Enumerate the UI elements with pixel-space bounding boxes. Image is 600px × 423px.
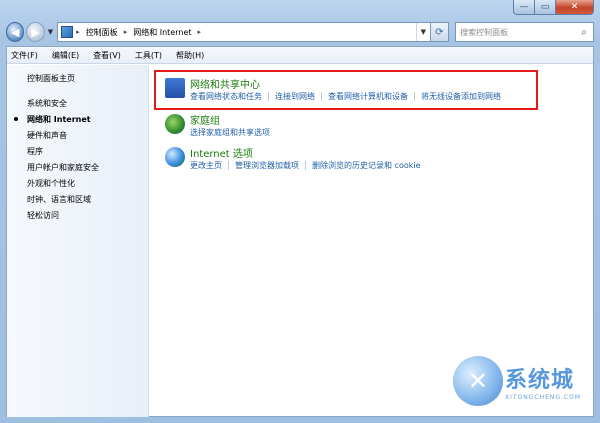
menu-bar: 文件(F) 编辑(E) 查看(V) 工具(T) 帮助(H) [7,47,593,64]
category-links: 选择家庭组和共享选项 [190,127,270,138]
homegroup-icon[interactable] [165,114,185,134]
crumb-separator[interactable]: ▸ [76,28,80,36]
link-divider [414,92,415,101]
link-connect-network[interactable]: 连接到网络 [275,91,315,102]
link-divider [321,92,322,101]
link-manage-addons[interactable]: 管理浏览器加载项 [235,160,299,171]
category-title[interactable]: 网络和共享中心 [190,76,260,91]
caption-buttons: — ▭ ✕ [513,0,594,15]
control-panel-icon [61,26,74,38]
link-divider [268,92,269,101]
breadcrumb-network-internet[interactable]: 网络和 Internet [133,27,191,38]
breadcrumb-control-panel[interactable]: 控制面板 [86,27,118,38]
address-bar[interactable]: ▸ 控制面板 ▸ 网络和 Internet ▸ ▼ [57,22,431,42]
sidebar-item-home[interactable]: 控制面板主页 [27,73,75,84]
menu-tools[interactable]: 工具(T) [135,50,162,61]
sidebar-item-appearance[interactable]: 外观和个性化 [27,178,75,189]
watermark: ✕ 系统城 XITONGCHENG.COM [452,356,581,406]
client-area: 文件(F) 编辑(E) 查看(V) 工具(T) 帮助(H) 控制面板主页 系统和… [6,46,594,417]
current-item-bullet [14,117,18,121]
watermark-url: XITONGCHENG.COM [504,393,581,401]
forward-button[interactable]: ▶ [26,22,45,42]
crumb-separator[interactable]: ▸ [198,28,202,36]
category-title[interactable]: 家庭组 [190,112,220,127]
link-delete-history[interactable]: 删除浏览的历史记录和 cookie [312,160,421,171]
sidebar: 控制面板主页 系统和安全 网络和 Internet 硬件和声音 程序 用户帐户和… [7,65,149,417]
sidebar-item-ease-of-access[interactable]: 轻松访问 [27,210,59,221]
minimize-button[interactable]: — [513,0,535,15]
sidebar-item-clock-language[interactable]: 时钟、语言和区域 [27,194,91,205]
category-links: 查看网络状态和任务 连接到网络 查看网络计算机和设备 将无线设备添加到网络 [190,91,501,102]
main-pane: 网络和共享中心 查看网络状态和任务 连接到网络 查看网络计算机和设备 将无线设备… [150,65,593,416]
sidebar-item-hardware-sound[interactable]: 硬件和声音 [27,130,67,141]
back-button[interactable]: ◀ [6,22,25,42]
sidebar-item-programs[interactable]: 程序 [27,146,43,157]
search-icon[interactable]: ⌕ [575,27,593,38]
refresh-button[interactable]: ⟳ [430,22,450,42]
sidebar-item-user-accounts[interactable]: 用户帐户和家庭安全 [27,162,99,173]
link-divider [228,161,229,170]
sidebar-item-system-security[interactable]: 系统和安全 [27,98,67,109]
menu-file[interactable]: 文件(F) [11,50,38,61]
close-button[interactable]: ✕ [556,0,594,15]
menu-help[interactable]: 帮助(H) [176,50,204,61]
search-placeholder: 搜索控制面板 [460,27,509,37]
menu-edit[interactable]: 编辑(E) [52,50,79,61]
internet-options-icon[interactable] [165,147,185,167]
category-title[interactable]: Internet 选项 [190,145,253,160]
category-links: 更改主页 管理浏览器加载项 删除浏览的历史记录和 cookie [190,160,421,171]
menu-view[interactable]: 查看(V) [93,50,121,61]
link-change-homepage[interactable]: 更改主页 [190,160,222,171]
watermark-title: 系统城 [504,367,574,393]
window-frame: — ▭ ✕ ◀ ▶ ▼ ▸ 控制面板 ▸ 网络和 Internet ▸ ▼ ⟳ … [0,0,600,423]
address-dropdown-icon[interactable]: ▼ [415,23,430,41]
link-add-wireless-device[interactable]: 将无线设备添加到网络 [421,91,501,102]
watermark-logo-icon: ✕ [452,356,503,406]
link-homegroup-options[interactable]: 选择家庭组和共享选项 [190,127,270,138]
link-view-network-status[interactable]: 查看网络状态和任务 [190,91,262,102]
crumb-separator[interactable]: ▸ [124,28,128,36]
network-icon[interactable] [165,78,185,98]
link-view-network-computers[interactable]: 查看网络计算机和设备 [328,91,408,102]
search-box[interactable]: 搜索控制面板 ⌕ [455,22,595,42]
sidebar-item-network-internet: 网络和 Internet [27,115,91,124]
maximize-button[interactable]: ▭ [535,0,556,15]
link-divider [305,161,306,170]
recent-pages-dropdown-icon[interactable]: ▼ [48,28,53,36]
navigation-bar: ◀ ▶ ▼ ▸ 控制面板 ▸ 网络和 Internet ▸ ▼ ⟳ 搜索控制面板… [6,20,595,44]
